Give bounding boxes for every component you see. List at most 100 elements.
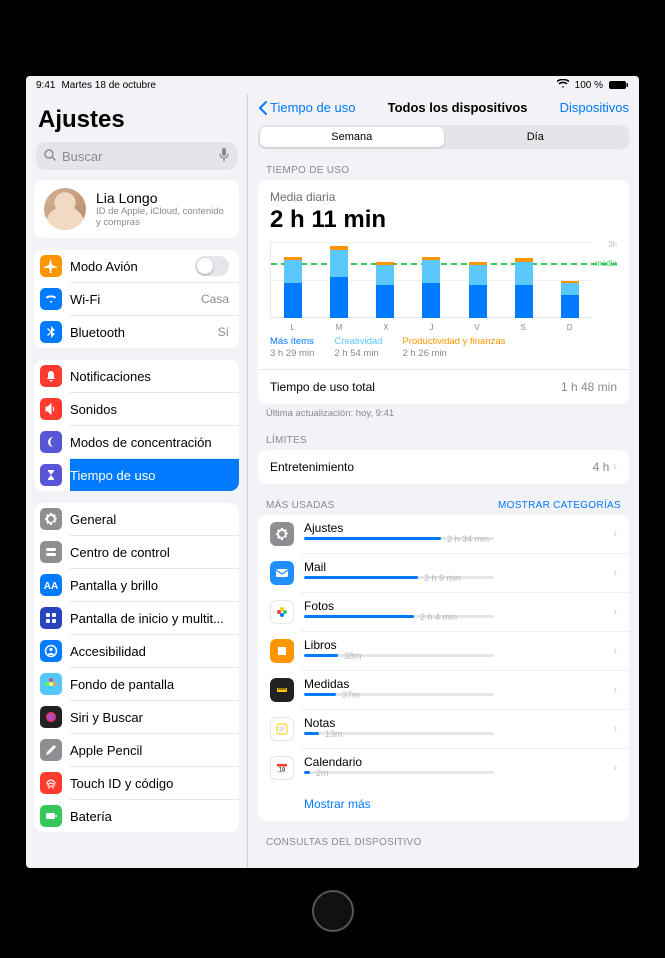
sidebar-item-siri[interactable]: Siri y Buscar: [70, 700, 239, 733]
segment-week[interactable]: Semana: [260, 127, 444, 147]
status-date: Martes 18 de octubre: [61, 80, 156, 91]
category-legend-item: Más ítems3 h 29 min: [270, 336, 314, 359]
screentime-main: Tiempo de uso Todos los dispositivos Dis…: [248, 94, 639, 868]
total-usage-row[interactable]: Tiempo de uso total 1 h 48 min: [258, 369, 629, 404]
limit-value: 4 h: [593, 460, 610, 474]
sidebar-item-bluetooth[interactable]: BluetoothSí: [70, 315, 239, 348]
app-time: 38m: [344, 651, 362, 661]
hourglass-icon: [40, 464, 62, 486]
app-name: Ajustes: [304, 521, 603, 535]
sidebar-item-label: Accesibilidad: [70, 644, 146, 659]
limit-label: Entretenimiento: [270, 460, 354, 474]
text-icon: AA: [40, 574, 62, 596]
sidebar-item-wallpaper[interactable]: Fondo de pantalla: [70, 667, 239, 700]
svg-text:18: 18: [279, 768, 286, 774]
app-time: 13m: [325, 729, 343, 739]
bluetooth-icon: [40, 321, 62, 343]
usage-chart: 3h media LMXJVSD: [270, 242, 617, 332]
mic-icon[interactable]: [219, 148, 229, 165]
bell-icon: [40, 365, 62, 387]
chart-bar: [469, 262, 487, 318]
sidebar-item-apple-pencil[interactable]: Apple Pencil: [70, 733, 239, 766]
day-label: S: [521, 323, 526, 332]
gear-icon: [270, 522, 294, 546]
book-icon: [270, 639, 294, 663]
week-day-segment[interactable]: Semana Día: [258, 125, 629, 149]
sidebar-item-wifi[interactable]: Wi-FiCasa: [70, 282, 239, 315]
device-queries-header: CONSULTAS DEL DISPOSITIVO: [266, 837, 621, 848]
sidebar-item-touchid[interactable]: Touch ID y código: [70, 766, 239, 799]
chevron-right-icon: ›: [613, 528, 617, 540]
category-legend-item: Productividad y finanzas2 h 26 min: [402, 336, 505, 359]
sidebar-item-airplane[interactable]: Modo Avión: [34, 250, 239, 282]
nav-bar: Tiempo de uso Todos los dispositivos Dis…: [248, 94, 639, 121]
nav-title: Todos los dispositivos: [388, 100, 528, 115]
svg-text:AA: AA: [44, 581, 58, 592]
chevron-right-icon: ›: [613, 606, 617, 618]
sidebar-item-sounds[interactable]: Sonidos: [70, 392, 239, 425]
sidebar-trailing: Casa: [201, 292, 229, 306]
notes-icon: [270, 717, 294, 741]
segment-day[interactable]: Día: [444, 127, 628, 147]
app-time: 2m: [316, 768, 329, 778]
app-time: 2 h 9 min: [424, 573, 461, 583]
sidebar-item-general[interactable]: General: [34, 503, 239, 535]
app-row-ajustes[interactable]: Ajustes2 h 34 min›: [258, 515, 629, 553]
back-button[interactable]: Tiempo de uso: [258, 100, 356, 115]
person-icon: [40, 640, 62, 662]
sidebar-item-notifications[interactable]: Notificaciones: [34, 360, 239, 392]
sidebar-item-label: Sonidos: [70, 402, 117, 417]
ruler-icon: [270, 678, 294, 702]
sidebar-item-accessibility[interactable]: Accesibilidad: [70, 634, 239, 667]
show-more-button[interactable]: Mostrar más: [258, 787, 629, 821]
day-label: L: [290, 323, 294, 332]
chart-bar: [515, 258, 533, 318]
sidebar-item-battery[interactable]: Batería: [70, 799, 239, 832]
airplane-toggle[interactable]: [195, 256, 229, 276]
home-button[interactable]: [312, 890, 354, 932]
sidebar-item-label: Siri y Buscar: [70, 710, 143, 725]
chevron-right-icon: ›: [613, 762, 617, 774]
sidebar-item-display[interactable]: AAPantalla y brillo: [70, 568, 239, 601]
app-row-libros[interactable]: Libros38m›: [300, 631, 629, 670]
page-title: Ajustes: [38, 106, 235, 134]
search-icon: [44, 149, 56, 164]
chart-bar: [422, 257, 440, 318]
back-label: Tiempo de uso: [270, 100, 356, 115]
app-time: 2 h 4 min: [420, 612, 457, 622]
daily-average-label: Media diaria: [270, 190, 617, 204]
sidebar-item-label: General: [70, 512, 116, 527]
app-name: Mail: [304, 560, 603, 574]
limit-row-entertainment[interactable]: Entretenimiento 4 h ›: [258, 450, 629, 484]
sidebar-item-home-screen[interactable]: Pantalla de inicio y multit...: [70, 601, 239, 634]
photos-icon: [270, 600, 294, 624]
gear-icon: [40, 508, 62, 530]
apple-id-card[interactable]: Lia Longo ID de Apple, iCloud, contenido…: [34, 180, 239, 238]
battery-pct: 100 %: [575, 80, 603, 91]
status-time: 9:41: [36, 80, 55, 91]
search-placeholder: Buscar: [62, 149, 102, 164]
wifi-icon: [557, 79, 569, 92]
limits-header: LÍMITES: [266, 435, 621, 446]
app-row-medidas[interactable]: Medidas37m›: [300, 670, 629, 709]
search-input[interactable]: Buscar: [36, 142, 237, 170]
app-row-notas[interactable]: Notas13m›: [300, 709, 629, 748]
sidebar-item-focus[interactable]: Modos de concentración: [70, 425, 239, 458]
calendar-icon: 18: [270, 756, 294, 780]
show-categories-link[interactable]: MOSTRAR CATEGORÍAS: [498, 500, 621, 511]
sidebar-item-screentime[interactable]: Tiempo de uso: [70, 458, 239, 491]
avatar: [44, 188, 86, 230]
app-name: Notas: [304, 716, 603, 730]
app-row-mail[interactable]: Mail2 h 9 min›: [300, 553, 629, 592]
app-row-calendario[interactable]: 18Calendario2m›: [300, 748, 629, 787]
devices-button[interactable]: Dispositivos: [560, 100, 629, 115]
flower-icon: [40, 673, 62, 695]
chevron-right-icon: ›: [613, 684, 617, 696]
app-name: Calendario: [304, 755, 603, 769]
usage-header: TIEMPO DE USO: [266, 165, 621, 176]
app-row-fotos[interactable]: Fotos2 h 4 min›: [300, 592, 629, 631]
day-label: J: [429, 323, 433, 332]
sidebar-item-control-center[interactable]: Centro de control: [70, 535, 239, 568]
sidebar-trailing: Sí: [218, 325, 229, 339]
day-label: D: [567, 323, 573, 332]
